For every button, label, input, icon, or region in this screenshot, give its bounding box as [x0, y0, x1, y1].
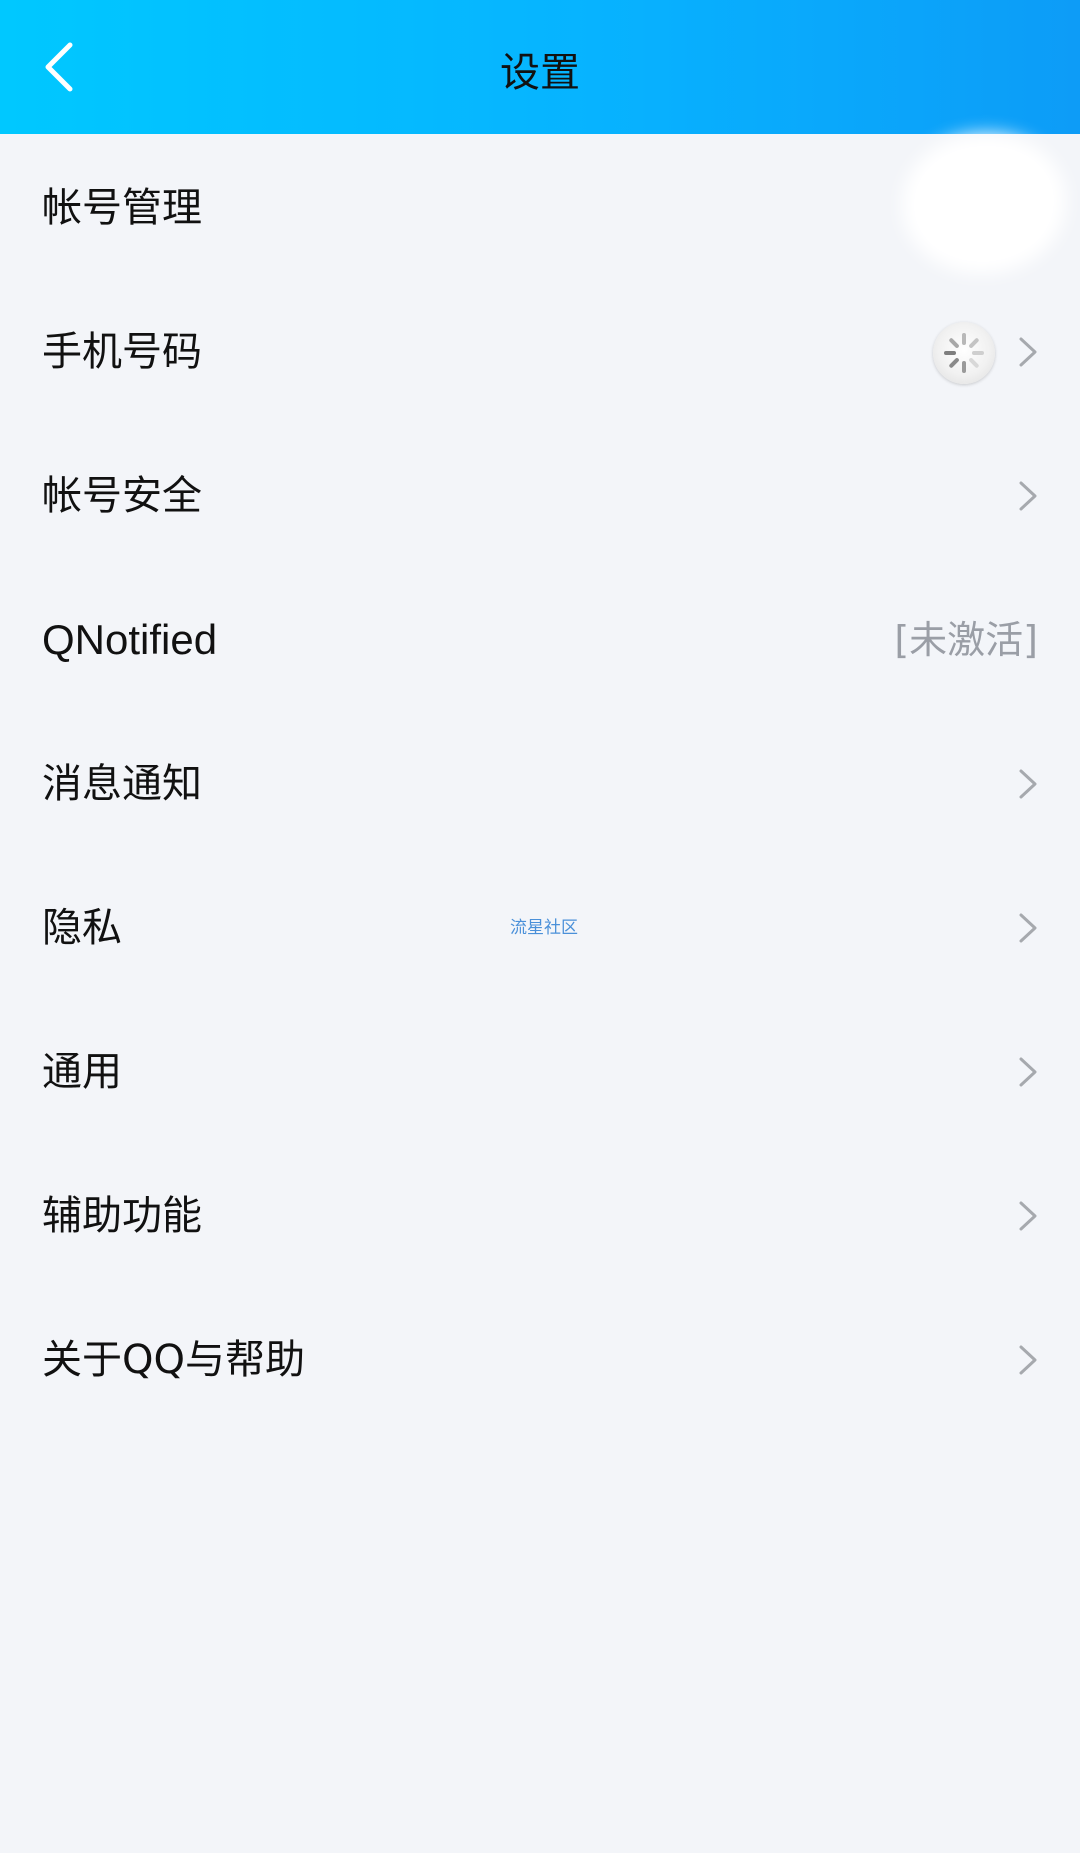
title-bar: 设置: [0, 0, 1080, 134]
settings-item-label: 帐号安全: [42, 473, 202, 519]
chevron-right-icon: [1018, 1056, 1038, 1088]
avatar[interactable]: [914, 146, 1054, 262]
settings-item-account-management[interactable]: 帐号管理: [0, 136, 1080, 280]
page-title: 设置: [500, 50, 580, 96]
settings-item-notifications[interactable]: 消息通知: [0, 712, 1080, 856]
chevron-right-icon: [1018, 1344, 1038, 1376]
settings-item-general[interactable]: 通用: [0, 1000, 1080, 1144]
settings-item-qnotified[interactable]: QNotified [未激活]: [0, 568, 1080, 712]
settings-item-label: QNotified: [42, 616, 218, 663]
status-badge: [未激活]: [894, 618, 1038, 662]
settings-item-phone-number[interactable]: 手机号码: [0, 280, 1080, 424]
settings-item-label: 辅助功能: [42, 1193, 202, 1239]
settings-item-label: 消息通知: [42, 761, 202, 807]
chevron-right-icon: [1018, 336, 1038, 368]
settings-item-about-help[interactable]: 关于QQ与帮助: [0, 1288, 1080, 1432]
watermark: 流星社区: [510, 918, 578, 938]
settings-item-account-security[interactable]: 帐号安全: [0, 424, 1080, 568]
settings-item-label: 通用: [42, 1049, 122, 1095]
settings-item-label: 隐私: [42, 905, 122, 951]
settings-item-label: 帐号管理: [42, 185, 202, 231]
chevron-right-icon: [1018, 768, 1038, 800]
chevron-right-icon: [1018, 1200, 1038, 1232]
settings-item-label: 关于QQ与帮助: [42, 1337, 305, 1383]
settings-list: 帐号管理 手机号码 帐号安全 QNotified [未激活] 消息通知 隐私 流…: [0, 136, 1080, 1432]
settings-item-accessibility[interactable]: 辅助功能: [0, 1144, 1080, 1288]
settings-item-privacy[interactable]: 隐私 流星社区: [0, 856, 1080, 1000]
settings-item-label: 手机号码: [42, 329, 202, 375]
chevron-right-icon: [1018, 480, 1038, 512]
loading-spinner-icon: [933, 322, 995, 384]
chevron-right-icon: [1018, 912, 1038, 944]
